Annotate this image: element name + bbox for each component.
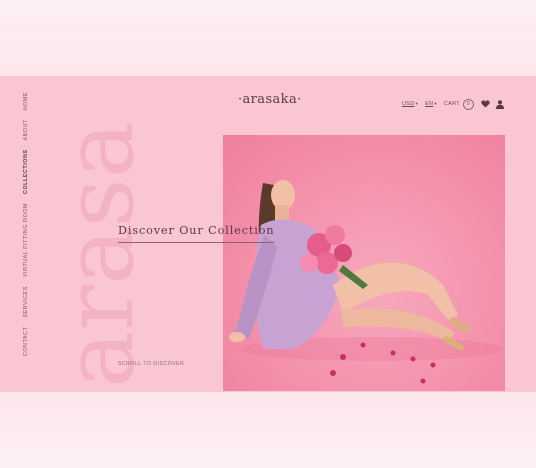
heart-icon <box>481 100 490 108</box>
page-bottom-backdrop <box>0 392 536 468</box>
hero-title-underline <box>118 242 274 243</box>
user-icon <box>495 99 504 109</box>
wishlist-button[interactable] <box>481 100 490 108</box>
nav-virtual-fitting-room[interactable]: VIRTUAL FITTING ROOM <box>23 203 29 277</box>
account-button[interactable] <box>495 99 504 109</box>
side-nav-list: CONTACT SERVICES VIRTUAL FITTING ROOM CO… <box>23 92 29 356</box>
brand-watermark-text: arasa <box>66 121 146 388</box>
nav-home[interactable]: HOME <box>23 92 29 110</box>
hero-photo <box>223 135 505 391</box>
currency-label: USD <box>402 101 415 107</box>
currency-selector[interactable]: USD ▾ <box>402 101 418 107</box>
scroll-to-discover-link[interactable]: SCROLL TO DISCOVER <box>118 361 184 367</box>
hero-title: Discover Our Collection <box>118 224 275 237</box>
nav-services[interactable]: SERVICES <box>23 286 29 318</box>
nav-collections[interactable]: COLLECTIONS <box>23 149 29 194</box>
language-label: EN <box>425 101 434 107</box>
caret-down-icon: ▾ <box>434 101 437 106</box>
nav-about[interactable]: ABOUT <box>23 119 29 140</box>
website-frame: CONTACT SERVICES VIRTUAL FITTING ROOM CO… <box>0 76 536 392</box>
cart-label: CART <box>443 101 460 107</box>
top-utility-nav: USD ▾ EN ▾ CART 0 <box>402 96 510 112</box>
cart-button[interactable]: CART 0 <box>443 98 474 110</box>
language-selector[interactable]: EN ▾ <box>425 101 437 107</box>
brand-logo[interactable]: ·arasaka· <box>238 92 302 107</box>
cart-count-badge: 0 <box>462 98 474 110</box>
page-top-backdrop <box>0 0 536 78</box>
side-navigation: CONTACT SERVICES VIRTUAL FITTING ROOM CO… <box>23 92 41 360</box>
caret-down-icon: ▾ <box>415 101 419 106</box>
nav-contact[interactable]: CONTACT <box>23 327 29 356</box>
